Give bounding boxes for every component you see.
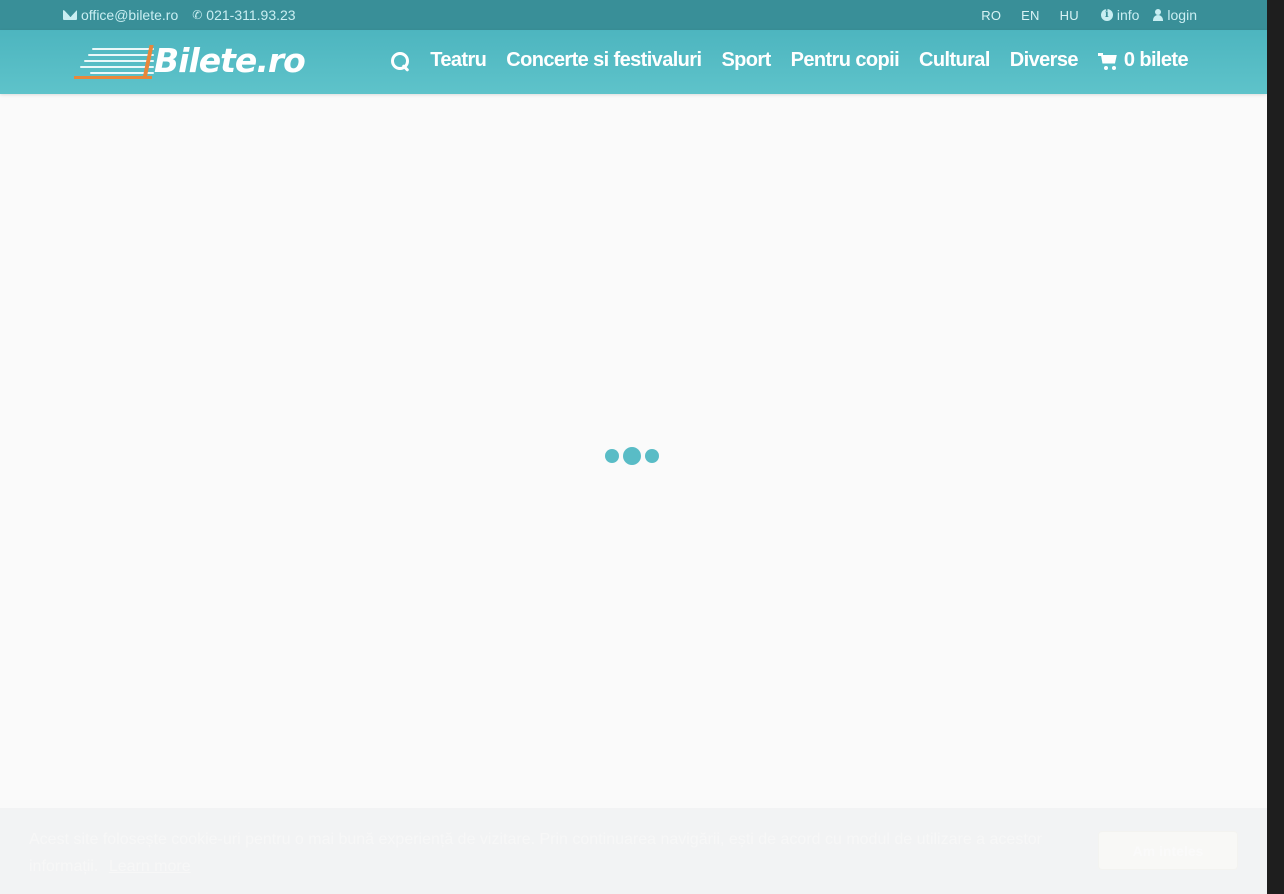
loader-dot (605, 449, 619, 463)
cart-icon (1097, 52, 1118, 70)
user-icon (1153, 9, 1164, 21)
email-link[interactable]: office@bilete.ro (63, 7, 178, 23)
phone-text: 021-311.93.23 (206, 7, 296, 23)
scrollbar[interactable] (1267, 0, 1284, 894)
login-link[interactable]: login (1153, 7, 1197, 23)
page: office@bilete.ro ✆ 021-311.93.23 RO EN H… (0, 0, 1284, 894)
info-link[interactable]: i info (1100, 7, 1140, 23)
loading-indicator (605, 447, 659, 465)
info-label: info (1116, 7, 1140, 23)
logo-underline (74, 76, 152, 79)
main-navbar: Bilete.ro Teatru Concerte si festivaluri… (0, 30, 1267, 94)
cart-button[interactable]: 0 bilete (1097, 49, 1189, 72)
envelope-icon (63, 10, 77, 20)
nav-menu: Teatru Concerte si festivaluri Sport Pen… (390, 49, 1189, 72)
loader-dot (645, 449, 659, 463)
site-logo[interactable]: Bilete.ro (74, 41, 306, 80)
learn-more-link[interactable]: Learn more (109, 858, 191, 875)
phone-link[interactable]: ✆ 021-311.93.23 (192, 7, 295, 23)
nav-item-diverse[interactable]: Diverse (1010, 49, 1079, 72)
utility-links: RO EN HU i info login (981, 7, 1197, 23)
nav-item-concerte[interactable]: Concerte si festivaluri (506, 49, 702, 72)
nav-item-sport[interactable]: Sport (721, 49, 771, 72)
logo-text: Bilete.ro (154, 41, 306, 80)
cookie-message-block: Acest site folosește cookie-uri pentru o… (29, 826, 1069, 880)
accept-cookies-button[interactable]: Am inteles (1098, 831, 1238, 870)
nav-item-pentru-copii[interactable]: Pentru copii (791, 49, 900, 72)
login-label: login (1167, 7, 1197, 23)
info-icon: i (1100, 9, 1113, 21)
lang-en[interactable]: EN (1021, 8, 1039, 23)
nav-item-teatru[interactable]: Teatru (430, 49, 487, 72)
lang-hu[interactable]: HU (1060, 8, 1079, 23)
lang-ro[interactable]: RO (981, 8, 1001, 23)
email-text: office@bilete.ro (81, 7, 179, 23)
contact-info: office@bilete.ro ✆ 021-311.93.23 (63, 7, 296, 23)
logo-lines (74, 46, 154, 78)
nav-item-cultural[interactable]: Cultural (919, 49, 990, 72)
search-icon[interactable] (390, 51, 410, 71)
phone-icon: ✆ (192, 8, 203, 22)
top-info-bar: office@bilete.ro ✆ 021-311.93.23 RO EN H… (0, 0, 1267, 30)
loader-dot (623, 447, 641, 465)
cart-label: 0 bilete (1123, 49, 1189, 71)
cookie-banner: Acest site folosește cookie-uri pentru o… (0, 808, 1267, 894)
